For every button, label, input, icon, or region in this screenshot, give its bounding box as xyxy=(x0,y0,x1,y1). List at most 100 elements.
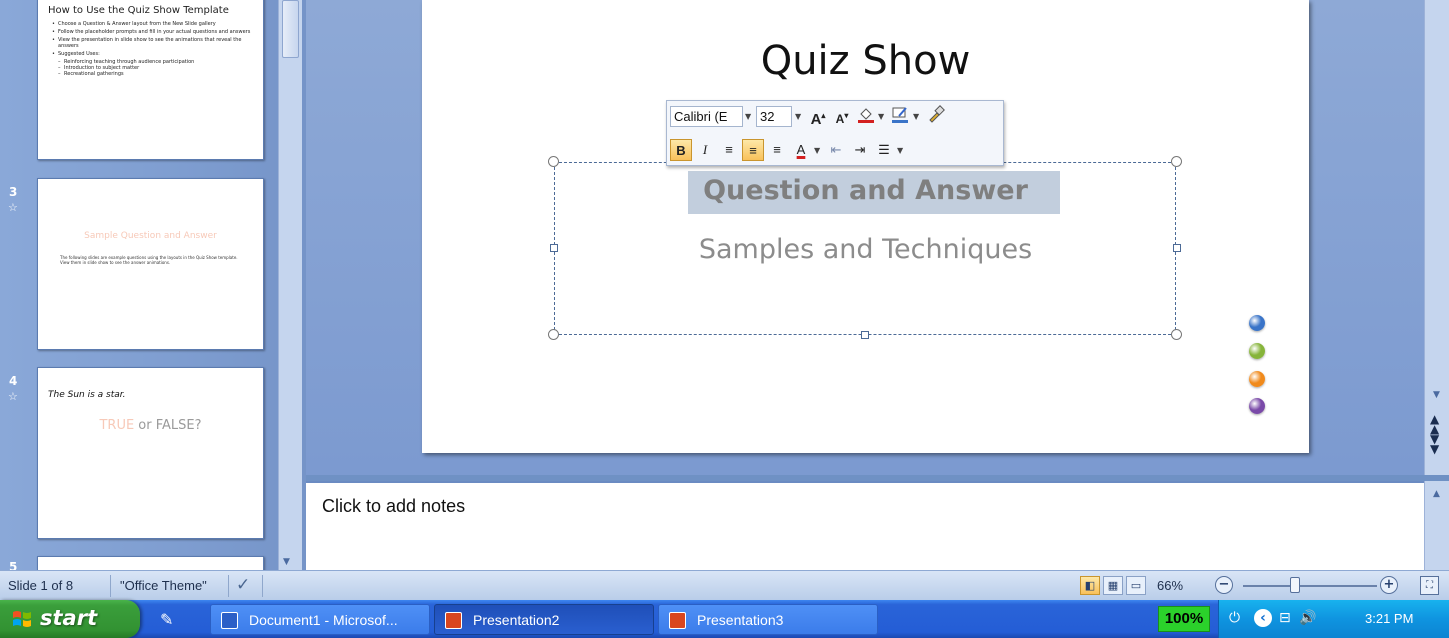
answer-true: TRUE xyxy=(99,418,135,433)
slide-number-5: 5 xyxy=(9,560,18,570)
taskbar-item-presentation2[interactable]: Presentation2 xyxy=(434,604,654,635)
font-size-dropdown-icon[interactable]: ▼ xyxy=(795,112,801,121)
decorative-dot-orange xyxy=(1249,371,1265,387)
thumbnail-bullets: Choose a Question & Answer layout from t… xyxy=(52,21,262,77)
scroll-up-arrow-icon[interactable]: ▲ xyxy=(1433,489,1440,499)
thumbnail-answer: TRUE or FALSE? xyxy=(38,418,263,433)
scroll-down-arrow-icon[interactable]: ▼ xyxy=(1433,390,1440,400)
italic-button[interactable]: I xyxy=(694,139,716,161)
thumbnail-title: Sample Question and Answer xyxy=(84,231,217,241)
fill-color-dropdown-icon[interactable]: ▼ xyxy=(878,112,884,121)
quick-launch-icon[interactable]: ✎ xyxy=(160,610,178,629)
status-divider xyxy=(262,575,263,597)
status-bar: Slide 1 of 8 "Office Theme" ✓ ◧ ▦ ▭ 66% … xyxy=(0,570,1449,600)
thumbnail-bullet: View the presentation in slide show to s… xyxy=(52,37,262,49)
resize-handle[interactable] xyxy=(1173,244,1181,252)
bullets-dropdown-icon[interactable]: ▼ xyxy=(897,146,903,155)
fill-color-icon[interactable] xyxy=(855,105,877,127)
powerpoint-app-icon xyxy=(669,612,686,629)
windows-flag-icon xyxy=(13,611,31,627)
slide-show-view-icon[interactable]: ▭ xyxy=(1126,576,1146,595)
align-right-icon[interactable]: ≡ xyxy=(766,139,788,161)
scrollbar-thumb[interactable] xyxy=(282,0,299,58)
resize-handle[interactable] xyxy=(548,156,559,167)
taskbar-item-document1[interactable]: Document1 - Microsof... xyxy=(210,604,430,635)
slides-thumbnail-pane[interactable]: How to Use the Quiz Show Template Choose… xyxy=(0,0,306,570)
slide-title[interactable]: Quiz Show xyxy=(422,38,1309,84)
resize-handle[interactable] xyxy=(1171,329,1182,340)
thumbnail-question: The Sun is a star. xyxy=(48,390,126,400)
spell-check-icon[interactable]: ✓ xyxy=(236,575,250,595)
zoom-slider-track[interactable] xyxy=(1243,585,1377,587)
system-clock: 3:21 PM xyxy=(1365,611,1414,626)
slide-editing-area: Quiz Show Question and Answer Samples an… xyxy=(306,0,1424,475)
slide-number-3: 3 xyxy=(9,185,18,199)
font-color-dropdown-icon[interactable]: ▼ xyxy=(814,146,820,155)
language-indicator[interactable]: 100% xyxy=(1158,606,1210,632)
notes-scrollbar[interactable]: ▲ xyxy=(1424,481,1449,570)
slide-thumbnail-4[interactable]: The Sun is a star. TRUE or FALSE? xyxy=(37,367,264,539)
previous-slide-icon[interactable]: ▲ ▲ xyxy=(1430,413,1439,435)
align-center-icon[interactable]: ≡ xyxy=(742,139,764,161)
scroll-down-arrow-icon[interactable]: ▼ xyxy=(283,557,290,567)
start-button[interactable]: start xyxy=(0,600,140,638)
resize-handle[interactable] xyxy=(548,329,559,340)
thumbnail-scrollbar[interactable]: ▼ xyxy=(278,0,302,570)
thumbnail-bullet: Follow the placeholder prompts and fill … xyxy=(52,29,262,35)
slide-canvas[interactable]: Quiz Show Question and Answer Samples an… xyxy=(422,0,1309,453)
task-label: Presentation2 xyxy=(473,612,560,628)
volume-icon[interactable]: 🔊 xyxy=(1299,610,1316,626)
word-app-icon xyxy=(221,612,238,629)
shrink-font-button[interactable]: A▾ xyxy=(831,105,853,127)
bold-button[interactable]: B xyxy=(670,139,692,161)
task-label: Document1 - Microsof... xyxy=(249,612,398,628)
font-color-button[interactable]: A xyxy=(790,139,812,161)
format-painter-icon[interactable] xyxy=(925,105,947,127)
grow-font-button[interactable]: A▴ xyxy=(807,105,829,128)
subtitle-placeholder-box[interactable] xyxy=(554,162,1176,335)
decorative-dot-green xyxy=(1249,343,1265,359)
powerpoint-app-icon xyxy=(445,612,462,629)
line-color-dropdown-icon[interactable]: ▼ xyxy=(913,112,919,121)
start-label: start xyxy=(40,606,98,630)
resize-handle[interactable] xyxy=(1171,156,1182,167)
normal-view-icon[interactable]: ◧ xyxy=(1080,576,1100,595)
zoom-out-button[interactable]: − xyxy=(1215,576,1233,594)
network-icon[interactable]: ⊟ xyxy=(1279,610,1291,626)
decrease-indent-icon[interactable]: ⇤ xyxy=(825,139,847,161)
bullets-icon[interactable]: ☰ xyxy=(873,139,895,161)
decorative-dot-blue xyxy=(1249,315,1265,331)
slide-count-status: Slide 1 of 8 xyxy=(8,578,74,593)
align-left-icon[interactable]: ≡ xyxy=(718,139,740,161)
thumbnail-sub-bullet: Recreational gatherings xyxy=(52,71,262,77)
resize-handle[interactable] xyxy=(861,331,869,339)
zoom-slider-knob[interactable] xyxy=(1290,577,1300,593)
fit-slide-icon[interactable]: ⛶ xyxy=(1420,576,1439,595)
taskbar-item-presentation3[interactable]: Presentation3 xyxy=(658,604,878,635)
notes-pane[interactable]: Click to add notes xyxy=(306,481,1424,570)
zoom-in-button[interactable]: + xyxy=(1380,576,1398,594)
mini-formatting-toolbar[interactable]: Calibri (E ▼ 32 ▼ A▴ A▾ ▼ ▼ B I ≡ ≡ ≡ A … xyxy=(666,100,1004,166)
show-hidden-icons-icon[interactable]: ‹ xyxy=(1254,609,1272,627)
status-divider xyxy=(228,575,229,597)
slide-sorter-view-icon[interactable]: ▦ xyxy=(1103,576,1123,595)
font-size-box[interactable]: 32 xyxy=(756,106,792,127)
next-slide-icon[interactable]: ▼ ▼ xyxy=(1430,433,1439,455)
slide-thumbnail-2[interactable]: How to Use the Quiz Show Template Choose… xyxy=(37,0,264,160)
slide-vertical-scrollbar[interactable]: ▼ ▲ ▲ ▼ ▼ xyxy=(1424,0,1449,475)
power-plug-icon[interactable]: ⏻ xyxy=(1229,610,1240,626)
font-name-box[interactable]: Calibri (E xyxy=(670,106,743,127)
slide-thumbnail-3[interactable]: Sample Question and Answer The following… xyxy=(37,178,264,350)
line-color-icon[interactable] xyxy=(889,105,911,127)
zoom-level[interactable]: 66% xyxy=(1157,578,1183,593)
thumbnail-title: How to Use the Quiz Show Template xyxy=(48,5,229,16)
resize-handle[interactable] xyxy=(550,244,558,252)
animation-star-icon: ☆ xyxy=(8,390,18,403)
decorative-dot-purple xyxy=(1249,398,1265,414)
notes-placeholder[interactable]: Click to add notes xyxy=(322,496,465,517)
slide-thumbnail-5[interactable] xyxy=(37,556,264,570)
answer-rest: or FALSE? xyxy=(134,418,202,433)
increase-indent-icon[interactable]: ⇥ xyxy=(849,139,871,161)
status-divider xyxy=(110,575,111,597)
font-name-dropdown-icon[interactable]: ▼ xyxy=(745,112,751,121)
